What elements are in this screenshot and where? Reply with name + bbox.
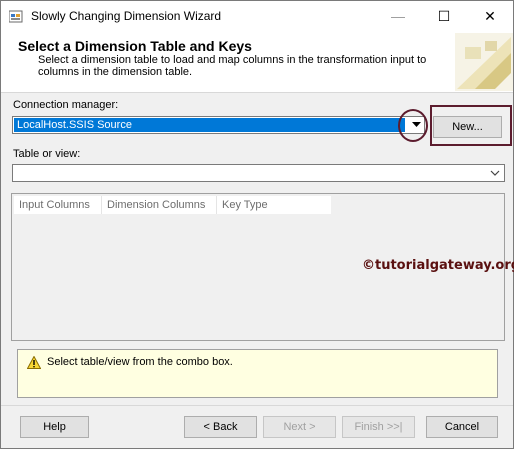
connection-manager-combo[interactable]: LocalHost.SSIS Source bbox=[12, 116, 425, 134]
maximize-button[interactable]: ☐ bbox=[427, 1, 461, 31]
wizard-window: Slowly Changing Dimension Wizard — ☐ ✕ S… bbox=[0, 0, 514, 449]
status-message-text: Select table/view from the combo box. bbox=[47, 356, 233, 368]
column-header-input[interactable]: Input Columns bbox=[14, 196, 102, 214]
app-icon bbox=[9, 10, 23, 23]
column-header-key-type[interactable]: Key Type bbox=[217, 196, 331, 214]
help-button[interactable]: Help bbox=[20, 416, 89, 438]
wizard-header: Select a Dimension Table and Keys Select… bbox=[1, 31, 513, 93]
cancel-button[interactable]: Cancel bbox=[426, 416, 498, 438]
table-or-view-combo[interactable] bbox=[12, 164, 505, 182]
watermark-text: ©tutorialgateway.org bbox=[362, 258, 514, 273]
close-button[interactable]: ✕ bbox=[473, 1, 507, 31]
title-bar: Slowly Changing Dimension Wizard — ☐ ✕ bbox=[1, 1, 513, 31]
page-title: Select a Dimension Table and Keys bbox=[18, 38, 252, 54]
grid-header: Input Columns Dimension Columns Key Type bbox=[14, 196, 331, 214]
dropdown-highlight-circle bbox=[398, 109, 428, 142]
table-or-view-label: Table or view: bbox=[13, 148, 81, 160]
warning-icon bbox=[27, 356, 41, 369]
window-title: Slowly Changing Dimension Wizard bbox=[31, 9, 222, 23]
back-button[interactable]: < Back bbox=[184, 416, 257, 438]
new-connection-button[interactable]: New... bbox=[433, 116, 502, 138]
table-dropdown-arrow[interactable] bbox=[488, 166, 502, 180]
wizard-banner-graphic bbox=[455, 33, 513, 91]
connection-selected-value: LocalHost.SSIS Source bbox=[14, 118, 405, 132]
next-button[interactable]: Next > bbox=[263, 416, 336, 438]
status-message-box: Select table/view from the combo box. bbox=[17, 349, 498, 398]
column-header-dimension[interactable]: Dimension Columns bbox=[102, 196, 217, 214]
finish-button[interactable]: Finish >>| bbox=[342, 416, 415, 438]
footer-divider bbox=[1, 405, 513, 406]
chevron-down-icon bbox=[490, 170, 500, 176]
page-description: Select a dimension table to load and map… bbox=[38, 54, 427, 78]
connection-manager-label: Connection manager: bbox=[13, 99, 119, 111]
column-mapping-grid[interactable]: Input Columns Dimension Columns Key Type… bbox=[11, 193, 514, 341]
minimize-button[interactable]: — bbox=[381, 1, 415, 31]
